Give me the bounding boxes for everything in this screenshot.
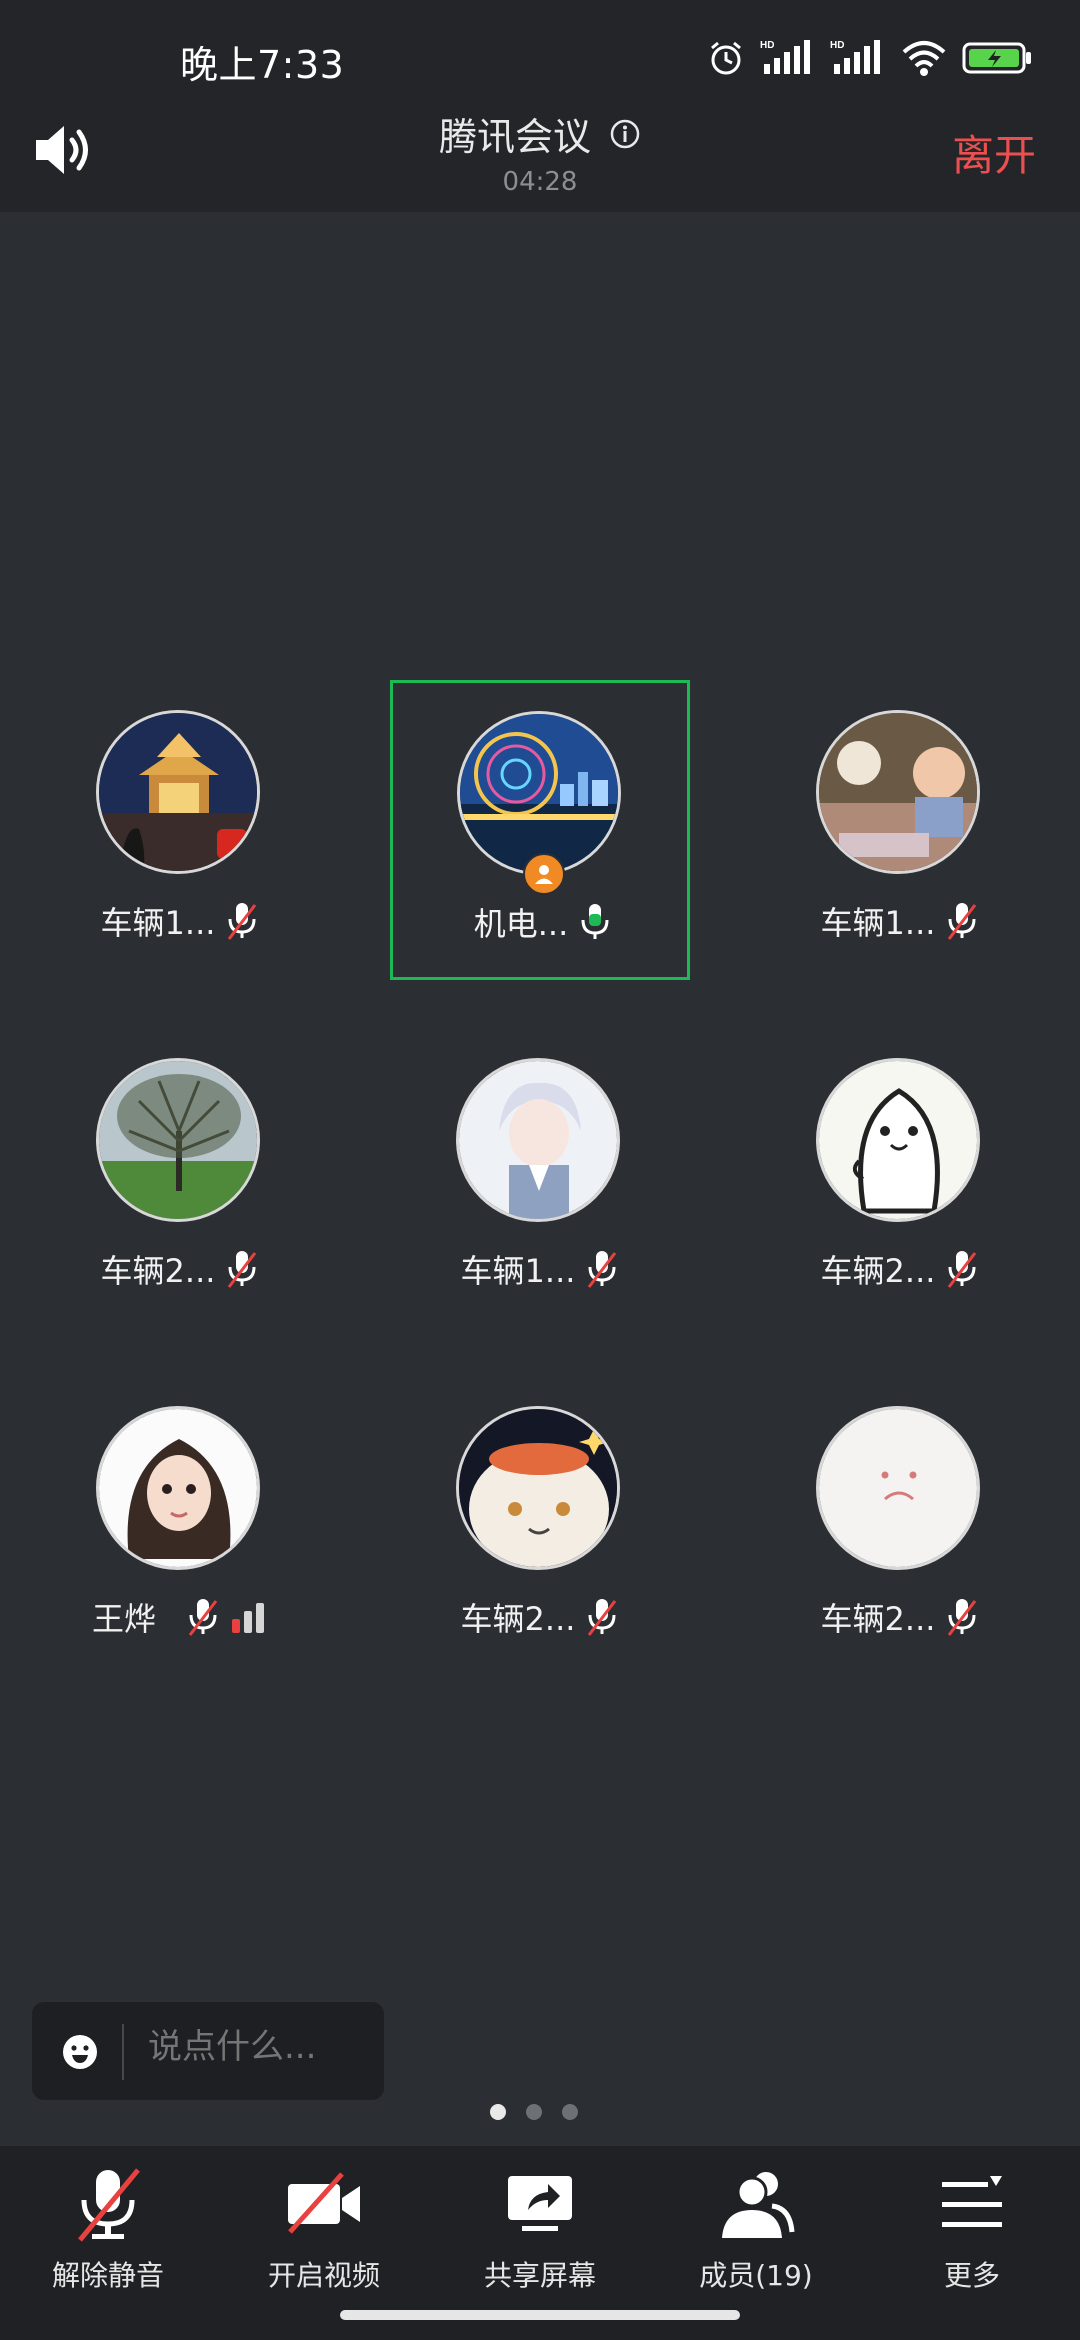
mic-muted-icon: [228, 1251, 257, 1288]
svg-text:HD: HD: [830, 40, 844, 51]
participant-tile-active-speaker[interactable]: 机电...: [390, 680, 690, 980]
meeting-timer: 04:28: [502, 167, 578, 197]
members-button[interactable]: 成员(19): [648, 2162, 864, 2312]
participant-tile[interactable]: 车辆1...: [390, 1028, 690, 1328]
members-icon: [722, 2172, 795, 2238]
avatar: [96, 710, 260, 874]
avatar: [96, 1058, 260, 1222]
participant-name-row: 车辆2...: [750, 1246, 1050, 1292]
meeting-title-text: 腾讯会议: [438, 115, 591, 159]
mic-muted-icon: [948, 903, 977, 940]
avatar: [816, 1058, 980, 1222]
avatar: [816, 710, 980, 874]
mic-muted-icon: [188, 1599, 218, 1636]
participant-name: 车辆2...: [100, 1252, 216, 1290]
more-menu-icon: [942, 2176, 1002, 2227]
participant-tile[interactable]: 车辆2...: [390, 1376, 690, 1676]
leave-button[interactable]: 离开: [952, 122, 1036, 183]
share-screen-label: 共享屏幕: [483, 2259, 596, 2292]
unmute-button[interactable]: 解除静音: [0, 2162, 216, 2312]
avatar: [456, 1058, 620, 1222]
participant-tile[interactable]: 车辆2...: [750, 1376, 1050, 1676]
mic-muted-icon: [588, 1251, 617, 1288]
participant-tile[interactable]: 车辆2...: [30, 1028, 330, 1328]
start-video-button[interactable]: 开启视频: [216, 2162, 432, 2312]
page-dot-active[interactable]: [490, 2104, 506, 2120]
participant-name: 车辆2...: [820, 1600, 936, 1638]
chat-input[interactable]: [146, 2026, 370, 2068]
participant-name-row: 车辆1...: [30, 898, 330, 944]
page-indicator: [490, 2104, 578, 2120]
participant-name-row: 车辆2...: [750, 1594, 1050, 1640]
participant-tile[interactable]: 车辆1...: [30, 680, 330, 980]
avatar: [456, 1406, 620, 1570]
participant-tile[interactable]: 车辆1...: [750, 680, 1050, 980]
participant-name: 车辆2...: [820, 1252, 936, 1290]
chat-divider: [122, 2024, 124, 2080]
alarm-icon: [711, 41, 741, 75]
mic-muted-icon: [588, 1599, 617, 1636]
participant-name: 车辆1...: [100, 904, 216, 942]
participant-name: 机电...: [473, 905, 569, 943]
page-dot[interactable]: [526, 2104, 542, 2120]
participant-name: 车辆2...: [460, 1600, 576, 1638]
mic-speaking-icon: [581, 904, 609, 939]
signal-hd-icon: HD: [830, 40, 880, 74]
participant-tile[interactable]: 车辆2...: [750, 1028, 1050, 1328]
participant-name-row: 机电...: [393, 899, 693, 945]
avatar: [816, 1406, 980, 1570]
members-label: 成员(19): [699, 2259, 813, 2292]
participant-name-row: 车辆1...: [750, 898, 1050, 944]
share-screen-icon: [508, 2176, 572, 2231]
emoji-icon[interactable]: [60, 2032, 100, 2072]
participant-name: 车辆1...: [820, 904, 936, 942]
mic-muted-icon: [948, 1599, 977, 1636]
video-off-icon: [288, 2172, 360, 2234]
share-screen-button[interactable]: 共享屏幕: [432, 2162, 648, 2312]
svg-text:HD: HD: [760, 40, 774, 51]
avatar: [96, 1406, 260, 1570]
mic-muted-icon: [78, 2168, 140, 2242]
participant-name: 王烨: [91, 1600, 156, 1638]
status-icons: HD HD: [706, 38, 1032, 78]
host-badge-icon: [523, 853, 565, 895]
participant-name-row: 王烨: [30, 1594, 330, 1640]
info-icon[interactable]: [609, 118, 641, 150]
page-dot[interactable]: [562, 2104, 578, 2120]
mic-muted-icon: [228, 903, 257, 940]
home-indicator[interactable]: [340, 2310, 740, 2320]
meeting-title[interactable]: 腾讯会议: [439, 106, 641, 161]
unmute-label: 解除静音: [51, 2259, 164, 2292]
mic-muted-icon: [948, 1251, 977, 1288]
participant-name-row: 车辆1...: [390, 1246, 690, 1292]
battery-icon: [962, 42, 1031, 74]
status-time: 晚上7:33: [180, 43, 345, 87]
network-weak-icon: [232, 1603, 264, 1633]
more-button[interactable]: 更多: [864, 2162, 1080, 2312]
chat-box[interactable]: [32, 2002, 384, 2100]
wifi-icon: [902, 41, 946, 76]
avatar: [457, 711, 621, 875]
participant-name-row: 车辆2...: [390, 1594, 690, 1640]
participant-name-row: 车辆2...: [30, 1246, 330, 1292]
meeting-header: 腾讯会议 04:28 离开: [0, 100, 1080, 212]
status-bar: 晚上7:33 HD HD: [0, 0, 1080, 100]
participant-tile[interactable]: 王烨: [30, 1376, 330, 1676]
meeting-title-block: 腾讯会议 04:28: [0, 106, 1080, 197]
participant-name: 车辆1...: [460, 1252, 576, 1290]
more-label: 更多: [943, 2259, 1000, 2292]
signal-hd-icon: HD: [760, 40, 810, 74]
start-video-label: 开启视频: [267, 2259, 380, 2292]
